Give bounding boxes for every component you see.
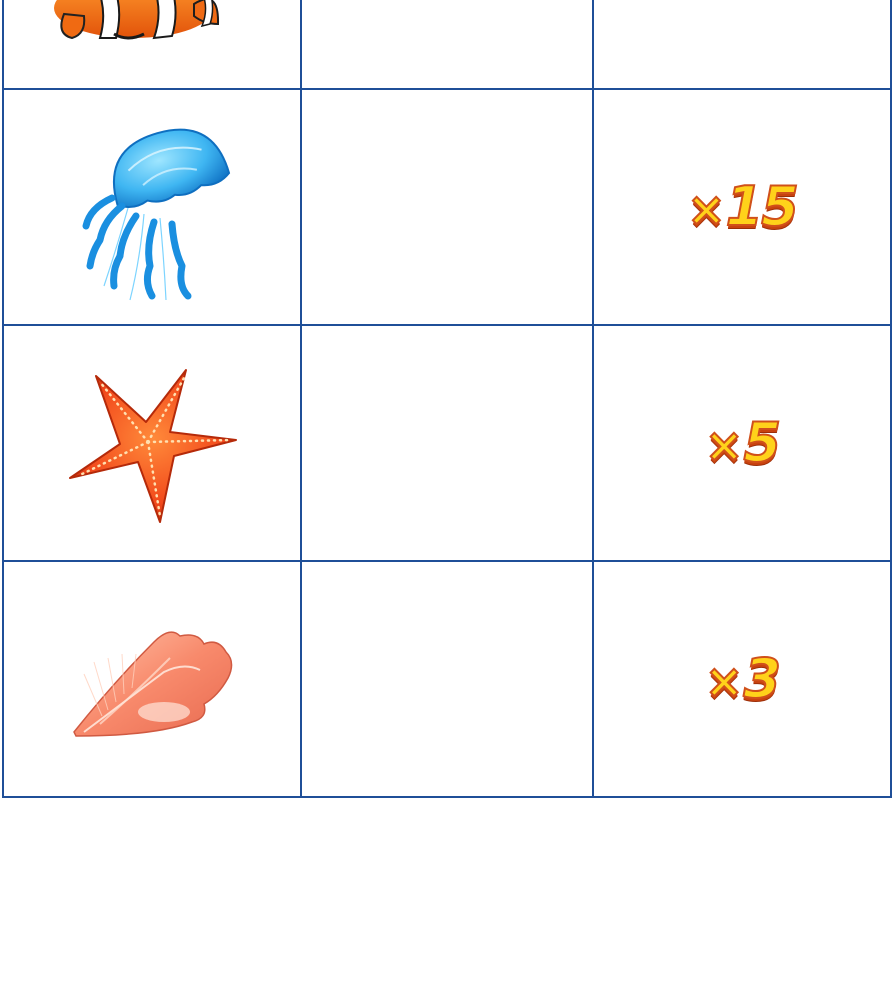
- multiplier-number: 15: [725, 175, 800, 238]
- empty-cell: [300, 88, 594, 326]
- empty-cell: [300, 324, 594, 562]
- paytable-row: ×15: [2, 88, 892, 326]
- multiplier-x-symbol: ×: [686, 182, 726, 236]
- symbol-cell: [2, 560, 302, 798]
- multiplier-value: ×5: [704, 415, 782, 472]
- paytable-row: ×3: [2, 560, 892, 798]
- multiplier-cell: ×3: [591, 560, 892, 798]
- starfish-icon: [69, 369, 237, 523]
- paytable-grid: ×15 ×5 ×3: [2, 0, 892, 798]
- conch-shell-icon: [73, 631, 233, 737]
- empty-cell: [300, 560, 594, 798]
- paytable-row: ×5: [2, 324, 892, 562]
- empty-cell: [300, 0, 594, 90]
- multiplier-value: ×15: [686, 179, 800, 236]
- multiplier-number: 3: [742, 647, 782, 710]
- multiplier-cell: ×15: [591, 88, 892, 326]
- multiplier-number: 5: [742, 411, 782, 474]
- paytable-row: [2, 0, 892, 90]
- multiplier-x-symbol: ×: [704, 418, 744, 472]
- symbol-cell: [2, 88, 302, 326]
- symbol-cell: [2, 324, 302, 562]
- symbol-cell: [2, 0, 302, 90]
- multiplier-x-symbol: ×: [704, 654, 744, 708]
- jellyfish-icon: [82, 128, 231, 301]
- multiplier-cell: ×5: [591, 324, 892, 562]
- multiplier-value: ×3: [704, 651, 782, 708]
- clownfish-icon: [54, 0, 220, 40]
- multiplier-cell: [591, 0, 892, 90]
